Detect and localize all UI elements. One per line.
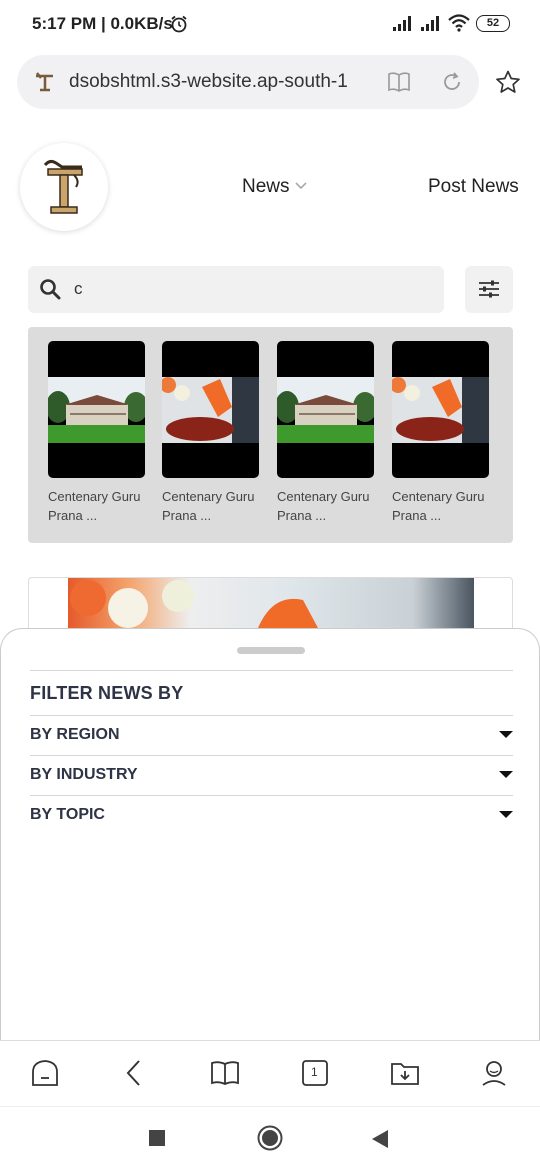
search-icon xyxy=(40,279,61,300)
carousel-card[interactable]: Centenary Guru Prana ... xyxy=(277,341,374,525)
home-circle-icon[interactable] xyxy=(257,1125,283,1151)
carousel-card[interactable]: Centenary Guru Prana ... xyxy=(392,341,489,525)
filter-region-dropdown[interactable]: BY REGION xyxy=(30,715,513,755)
search-input[interactable] xyxy=(74,276,424,302)
filter-option-label: BY INDUSTRY xyxy=(30,766,138,783)
browser-toolbar: 1 xyxy=(0,1040,540,1106)
carousel-card[interactable]: Centenary Guru Prana ... xyxy=(48,341,145,525)
bookmarks-button[interactable] xyxy=(208,1056,242,1090)
carousel-caption: Centenary Guru Prana ... xyxy=(162,489,255,523)
recents-square-icon[interactable] xyxy=(149,1130,165,1146)
url-text: dsobshtml.s3-website.ap-south-1 xyxy=(69,71,348,92)
filter-industry-dropdown[interactable]: BY INDUSTRY xyxy=(30,755,513,795)
carousel-thumbnail xyxy=(48,341,145,478)
reload-icon[interactable] xyxy=(441,71,463,93)
building-lawn-image xyxy=(48,377,145,443)
caret-down-icon xyxy=(499,811,513,818)
sheet-title: FILTER NEWS BY xyxy=(30,683,184,703)
signal-icon xyxy=(421,16,439,31)
nav-post-news[interactable]: Post News xyxy=(428,176,519,198)
chevron-down-icon[interactable] xyxy=(295,182,307,190)
site-logo-icon xyxy=(36,72,53,92)
news-carousel[interactable]: Centenary Guru Prana ... Centenary Guru … xyxy=(28,327,513,543)
tabs-button[interactable]: 1 xyxy=(298,1056,332,1090)
building-lawn-image xyxy=(277,377,374,443)
system-navigation-bar xyxy=(0,1106,540,1170)
flowers-cup-image xyxy=(392,377,489,443)
status-time: 5:17 PM | 0.0KB/s xyxy=(32,14,173,33)
carousel-thumbnail xyxy=(392,341,489,478)
sheet-drag-handle[interactable] xyxy=(237,647,305,654)
home-icon xyxy=(32,1060,58,1086)
logo-emblem-icon xyxy=(43,159,83,214)
back-triangle-icon[interactable] xyxy=(372,1130,388,1148)
book-icon xyxy=(211,1061,239,1085)
address-bar[interactable]: dsobshtml.s3-website.ap-south-1 xyxy=(17,55,479,109)
tab-count: 1 xyxy=(311,1065,318,1079)
filter-bottom-sheet: FILTER NEWS BY BY REGION BY INDUSTRY BY … xyxy=(0,628,540,1040)
carousel-thumbnail xyxy=(162,341,259,478)
chevron-left-icon xyxy=(126,1060,140,1086)
carousel-thumbnail xyxy=(277,341,374,478)
flowers-cup-image xyxy=(162,377,259,443)
carousel-caption: Centenary Guru Prana ... xyxy=(392,489,485,523)
back-button[interactable] xyxy=(117,1056,151,1090)
sliders-icon xyxy=(479,280,499,298)
reader-mode-icon[interactable] xyxy=(387,71,411,93)
nav-news[interactable]: News xyxy=(242,176,290,198)
divider xyxy=(30,670,513,671)
caret-down-icon xyxy=(499,731,513,738)
alarm-icon xyxy=(171,15,187,33)
profile-button[interactable] xyxy=(477,1056,511,1090)
user-icon xyxy=(482,1061,506,1086)
caret-down-icon xyxy=(499,771,513,778)
carousel-caption: Centenary Guru Prana ... xyxy=(277,489,370,523)
signal-icon xyxy=(393,16,411,31)
download-folder-icon xyxy=(391,1063,419,1085)
filter-topic-dropdown[interactable]: BY TOPIC xyxy=(30,795,513,835)
filter-option-label: BY TOPIC xyxy=(30,806,105,823)
battery-indicator: 52 xyxy=(476,14,510,32)
filter-option-label: BY REGION xyxy=(30,726,120,743)
search-box[interactable] xyxy=(28,266,444,313)
site-logo[interactable] xyxy=(20,143,108,231)
carousel-card[interactable]: Centenary Guru Prana ... xyxy=(162,341,259,525)
filter-button[interactable] xyxy=(465,266,513,313)
downloads-button[interactable] xyxy=(388,1056,422,1090)
carousel-caption: Centenary Guru Prana ... xyxy=(48,489,141,523)
bookmark-star-icon[interactable] xyxy=(495,70,521,94)
wifi-icon xyxy=(448,14,470,32)
status-bar: 5:17 PM | 0.0KB/s 52 xyxy=(0,0,540,50)
home-button[interactable] xyxy=(28,1056,62,1090)
